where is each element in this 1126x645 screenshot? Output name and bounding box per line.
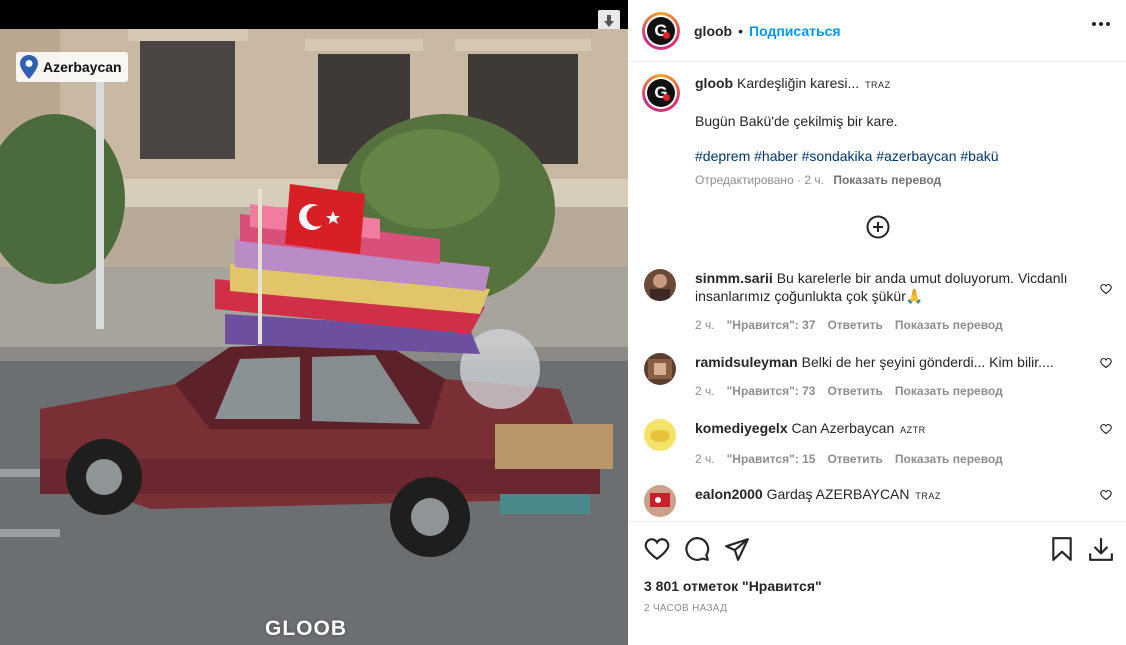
comment-avatar[interactable] bbox=[644, 419, 676, 451]
heart-icon[interactable] bbox=[1100, 283, 1112, 295]
translit-badge: TRAZ bbox=[865, 80, 891, 90]
comment-text: Gardaş AZERBAYCAN bbox=[766, 486, 910, 502]
heart-icon[interactable] bbox=[1100, 423, 1112, 435]
comment-icon[interactable] bbox=[684, 536, 710, 562]
comment-likes[interactable]: "Нравится": 73 bbox=[727, 384, 816, 398]
comment-item: sinmm.sarii Bu karelerle bir anda umut d… bbox=[644, 269, 1114, 332]
likes-count[interactable]: 3 801 отметок "Нравится" bbox=[644, 578, 822, 594]
comment-avatar[interactable] bbox=[644, 485, 676, 517]
comment-username[interactable]: ramidsuleyman bbox=[695, 354, 798, 370]
comment-time: 2 ч. bbox=[695, 318, 715, 332]
translate-button[interactable]: Показать перевод bbox=[895, 452, 1003, 466]
translit-badge: AZTR bbox=[900, 425, 926, 435]
comment-likes[interactable]: "Нравится": 15 bbox=[727, 452, 816, 466]
comment-time: 2 ч. bbox=[695, 384, 715, 398]
caption-line-2: Bugün Bakü'de çekilmiş bir kare. bbox=[695, 113, 898, 129]
author-username[interactable]: gloob bbox=[694, 23, 732, 39]
map-pin-icon bbox=[20, 55, 38, 79]
post-actions: 3 801 отметок "Нравится" 2 часов назад bbox=[628, 521, 1126, 645]
author-avatar[interactable]: G bbox=[642, 11, 680, 50]
post-time: 2 часов назад bbox=[644, 603, 728, 614]
comment-item: ramidsuleyman Belki de her şeyini gönder… bbox=[644, 353, 1114, 398]
instagram-post-view: Azerbaycan GLOOB G gloob • Подписаться G… bbox=[0, 0, 1126, 645]
comment-text: Belki de her şeyini gönderdi... Kim bili… bbox=[801, 354, 1054, 370]
caption-avatar[interactable]: G bbox=[642, 74, 680, 112]
heart-icon[interactable] bbox=[1100, 489, 1112, 501]
comment-item: komediyegelx Can Azerbaycan AZTR 2 ч. "Н… bbox=[644, 419, 1114, 466]
follow-button[interactable]: Подписаться bbox=[749, 23, 841, 39]
download-icon[interactable] bbox=[1088, 536, 1114, 562]
caption-hashtags[interactable]: #deprem #haber #sondakika #azerbaycan #b… bbox=[695, 147, 1112, 165]
caption-text: Kardeşliğin karesi... bbox=[737, 75, 860, 91]
comment-time: 2 ч. bbox=[695, 452, 715, 466]
reply-button[interactable]: Ответить bbox=[827, 318, 882, 332]
translate-button[interactable]: Показать перевод bbox=[895, 384, 1003, 398]
location-tag[interactable]: Azerbaycan bbox=[16, 52, 128, 82]
reply-button[interactable]: Ответить bbox=[827, 384, 882, 398]
location-label: Azerbaycan bbox=[43, 59, 122, 75]
bookmark-icon[interactable] bbox=[1049, 536, 1075, 562]
header-separator: • bbox=[738, 22, 744, 39]
post-side-panel: G gloob • Подписаться G gloob Kardeşliği… bbox=[628, 0, 1126, 645]
caption-translate-link[interactable]: Показать перевод bbox=[833, 173, 941, 187]
comment-username[interactable]: komediyegelx bbox=[695, 420, 788, 436]
comments-scroll-area[interactable]: G gloob Kardeşliğin karesi... TRAZ Bugün… bbox=[628, 62, 1126, 521]
more-horizontal-icon[interactable] bbox=[1092, 22, 1110, 26]
comment-username[interactable]: ealon2000 bbox=[695, 486, 763, 502]
comment-username[interactable]: sinmm.sarii bbox=[695, 270, 773, 286]
reply-button[interactable]: Ответить bbox=[827, 452, 882, 466]
share-icon[interactable] bbox=[724, 536, 750, 562]
heart-icon[interactable] bbox=[1100, 357, 1112, 369]
gloob-watermark: GLOOB bbox=[265, 617, 347, 640]
post-header: G gloob • Подписаться bbox=[628, 0, 1126, 62]
translate-button[interactable]: Показать перевод bbox=[895, 318, 1003, 332]
comment-item: ealon2000 Gardaş AZERBAYCAN TRAZ bbox=[644, 485, 1114, 517]
caption-edited-time: Отредактировано · 2 ч. bbox=[695, 173, 824, 187]
comment-avatar[interactable] bbox=[644, 353, 676, 385]
post-image-panel[interactable]: Azerbaycan GLOOB bbox=[0, 0, 628, 645]
heart-icon[interactable] bbox=[644, 536, 670, 562]
comment-text: Can Azerbaycan bbox=[791, 420, 895, 436]
comment-avatar[interactable] bbox=[644, 269, 676, 301]
caption-username[interactable]: gloob bbox=[695, 75, 733, 91]
post-caption: G gloob Kardeşliğin karesi... TRAZ Bugün… bbox=[642, 74, 1112, 189]
plus-circle-icon[interactable] bbox=[866, 215, 890, 239]
comment-likes[interactable]: "Нравится": 37 bbox=[727, 318, 816, 332]
post-photo bbox=[0, 29, 628, 645]
translit-badge: TRAZ bbox=[915, 491, 941, 501]
media-top-bar bbox=[0, 0, 628, 32]
